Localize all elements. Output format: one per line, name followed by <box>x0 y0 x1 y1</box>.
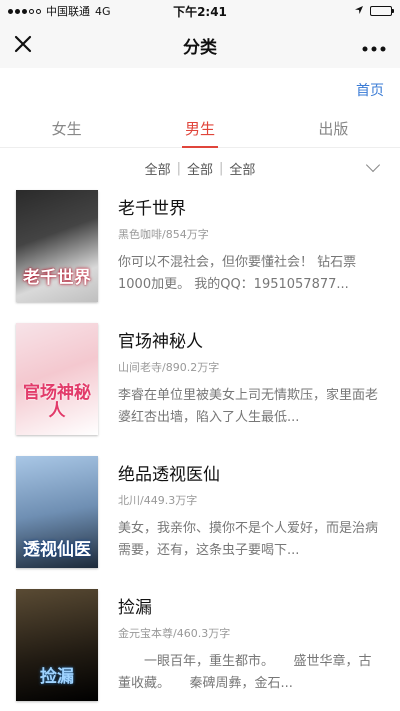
close-icon[interactable] <box>14 32 44 58</box>
book-item[interactable]: 官场神秘人 官场神秘人 山间老寺/890.2万字 李睿在单位里被美女上司无情欺压… <box>0 321 400 454</box>
book-meta: 北川/449.3万字 <box>118 494 198 507</box>
filter-option[interactable]: 全部 <box>229 159 255 178</box>
tab-publish[interactable]: 出版 <box>267 112 400 147</box>
cover-title: 官场神秘人 <box>23 383 91 422</box>
filter-option[interactable]: 全部 <box>145 159 171 178</box>
tab-male[interactable]: 男生 <box>133 112 266 148</box>
book-item[interactable]: 捡漏 捡漏 金元宝本尊/460.3万字 一眼百年，重生都市。 盛世华章，古董收藏… <box>0 587 400 711</box>
nav-bar: 分类 <box>0 22 400 68</box>
book-cover[interactable]: 老千世界 <box>16 190 98 302</box>
book-title[interactable]: 官场神秘人 <box>118 327 203 352</box>
filter-row: 全部 | 全部 | 全部 <box>0 156 400 180</box>
book-title[interactable]: 捡漏 <box>118 593 152 618</box>
location-arrow-icon <box>354 5 364 18</box>
tab-female[interactable]: 女生 <box>0 112 133 147</box>
book-meta: 山间老寺/890.2万字 <box>118 361 220 374</box>
book-description: 李睿在单位里被美女上司无情欺压，家里面老婆红杏出墙，陷入了人生最低... <box>118 388 379 425</box>
more-icon[interactable] <box>356 33 386 58</box>
battery-icon <box>370 6 394 16</box>
book-list: 老千世界 老千世界 黑色咖啡/854万字 你可以不混社会，但你要懂社会！ 钻石票… <box>0 188 400 711</box>
book-cover[interactable]: 官场神秘人 <box>16 323 98 435</box>
category-tabs: 女生 男生 出版 <box>0 112 400 148</box>
book-meta: 金元宝本尊/460.3万字 <box>118 627 231 640</box>
chevron-down-icon[interactable] <box>365 157 381 173</box>
status-bar: 中国联通 4G 下午2:41 <box>0 0 400 22</box>
book-title[interactable]: 老千世界 <box>118 194 186 219</box>
signal-strength-icon <box>8 8 41 14</box>
network-type: 4G <box>95 4 111 18</box>
book-meta: 黑色咖啡/854万字 <box>118 228 209 241</box>
book-title[interactable]: 绝品透视医仙 <box>118 460 220 485</box>
status-right <box>354 5 394 18</box>
book-description: 美女，我亲你、摸你不是个人爱好，而是治病需要，还有，这条虫子要喝下... <box>118 521 379 558</box>
filter-option[interactable]: 全部 <box>187 159 213 178</box>
book-item[interactable]: 透视仙医 绝品透视医仙 北川/449.3万字 美女，我亲你、摸你不是个人爱好，而… <box>0 454 400 587</box>
cover-title: 老千世界 <box>23 268 91 289</box>
status-left: 中国联通 4G <box>8 3 354 19</box>
filter-separator: | <box>219 160 224 176</box>
book-cover[interactable]: 捡漏 <box>16 589 98 701</box>
carrier-name: 中国联通 <box>46 5 90 18</box>
cover-title: 捡漏 <box>40 667 74 688</box>
book-item[interactable]: 老千世界 老千世界 黑色咖啡/854万字 你可以不混社会，但你要懂社会！ 钻石票… <box>0 188 400 321</box>
book-description: 一眼百年，重生都市。 盛世华章，古董收藏。 秦碑周彝，金石... <box>118 654 372 691</box>
page-title: 分类 <box>183 37 217 58</box>
cover-title: 透视仙医 <box>23 540 91 561</box>
filter-separator: | <box>176 160 181 176</box>
book-description: 你可以不混社会，但你要懂社会！ 钻石票1000加更。 我的QQ：19510578… <box>118 255 357 292</box>
home-link[interactable]: 首页 <box>356 80 384 100</box>
book-cover[interactable]: 透视仙医 <box>16 456 98 568</box>
